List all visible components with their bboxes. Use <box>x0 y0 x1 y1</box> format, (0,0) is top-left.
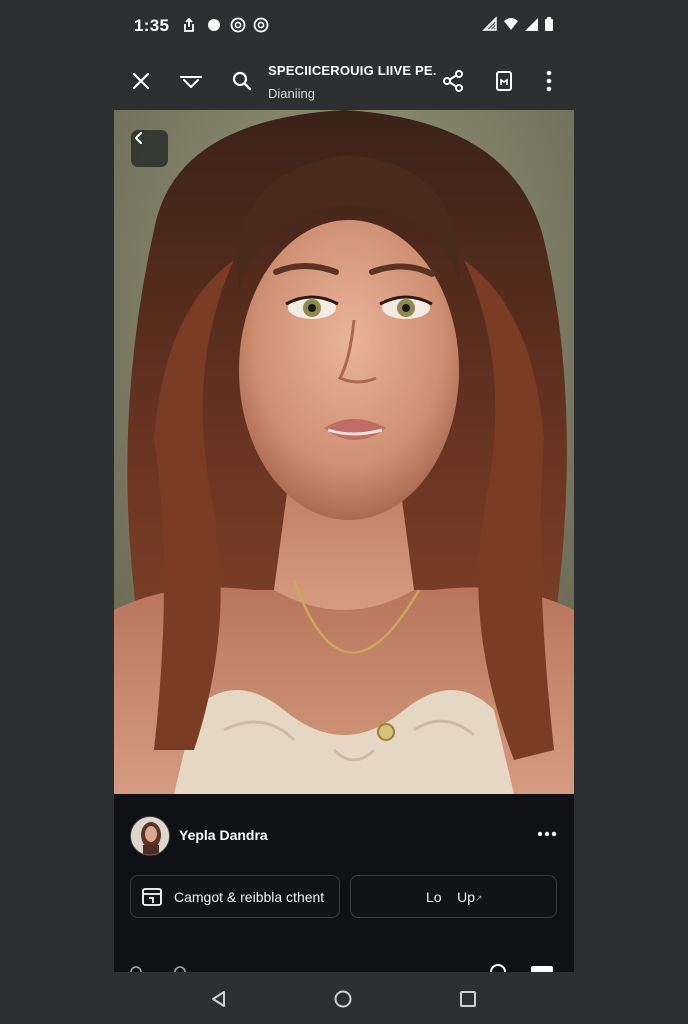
secondary-action-button[interactable]: Lo Up ↗ <box>350 875 557 918</box>
wifi-icon <box>504 18 518 30</box>
battery-icon <box>545 17 553 31</box>
signal-strength-icon <box>482 16 497 31</box>
avatar[interactable] <box>130 816 170 856</box>
close-icon[interactable] <box>128 68 154 94</box>
primary-action-button[interactable]: Camgot & reibbla cthent <box>130 875 340 918</box>
portrait-photo[interactable] <box>114 110 574 794</box>
bookmark-icon[interactable] <box>491 68 517 94</box>
user-name[interactable]: Yepla Dandra <box>179 827 268 843</box>
filter-icon[interactable] <box>178 68 204 94</box>
record-icon <box>230 17 246 33</box>
reactions-peek <box>130 966 186 972</box>
upload-icon <box>184 17 194 32</box>
secondary-action-label: Lo Up <box>426 889 476 905</box>
avatar-image <box>131 817 169 855</box>
back-triangle-icon[interactable] <box>208 988 230 1010</box>
status-time: 1:35 <box>134 16 170 35</box>
chevron-left-icon <box>134 131 143 145</box>
card-icon <box>142 888 162 906</box>
more-vert-icon[interactable] <box>536 68 562 94</box>
primary-action-label: Camgot & reibbla cthent <box>174 889 325 905</box>
page-subtitle: Dianiing <box>268 86 315 101</box>
page-title: SPECIICEROUIG LIIVE PE. <box>268 63 437 78</box>
toolbar-peek <box>490 964 553 972</box>
share-icon[interactable] <box>440 68 466 94</box>
status-bar: 1:35 <box>0 0 688 50</box>
secondary-action-suffix: ↗ <box>475 893 483 903</box>
recents-square-icon[interactable] <box>457 988 479 1010</box>
cell-signal-icon <box>525 18 538 31</box>
post-sheet: Yepla Dandra Camgot & reibbla cthent Lo … <box>114 794 574 972</box>
portrait-illustration <box>114 110 574 794</box>
home-circle-icon[interactable] <box>332 988 354 1010</box>
system-nav-bar <box>0 972 688 1024</box>
record-icon <box>253 17 269 33</box>
app-bar: SPECIICEROUIG LIIVE PE. Dianiing <box>114 56 574 106</box>
search-icon[interactable] <box>229 68 255 94</box>
more-horiz-icon[interactable] <box>536 826 558 842</box>
back-button[interactable] <box>131 130 168 167</box>
dot-icon <box>208 19 220 31</box>
